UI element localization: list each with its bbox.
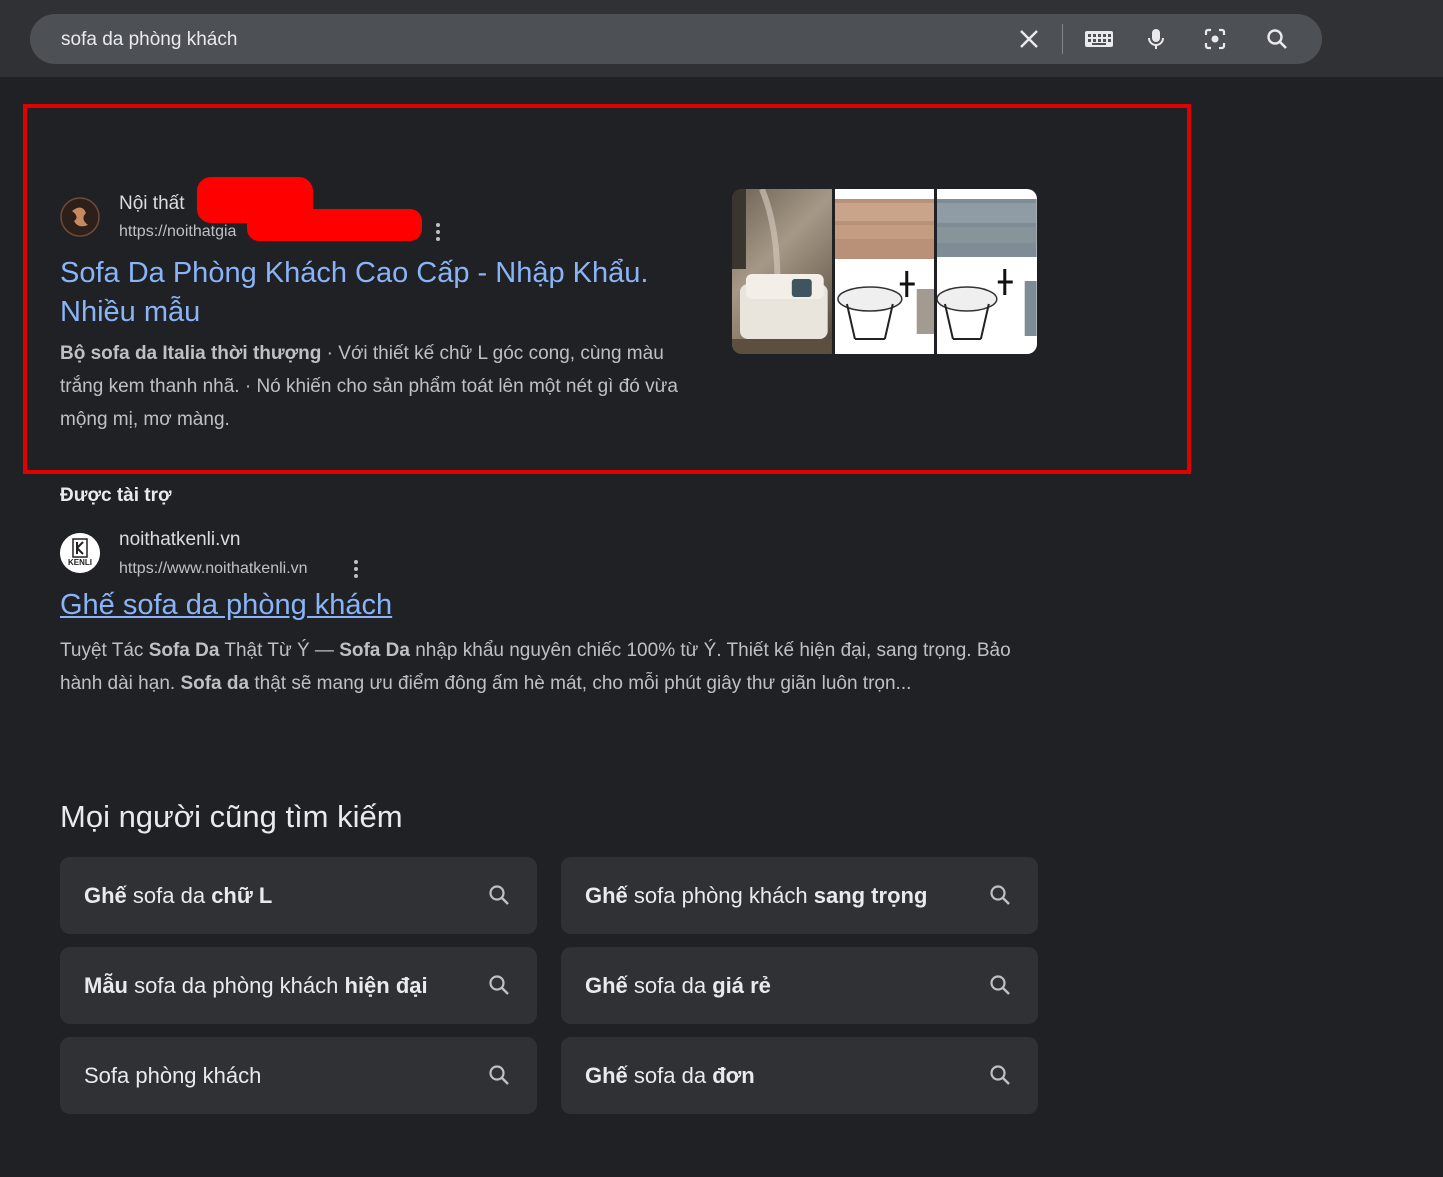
text-segment: thật sẽ mang ưu điểm đông ấm hè mát, cho… bbox=[249, 673, 912, 694]
related-chip-label: Sofa phòng khách bbox=[84, 1062, 261, 1090]
clear-icon[interactable] bbox=[1017, 27, 1041, 51]
ad-favicon: KENLI bbox=[60, 533, 100, 573]
sponsored-label: Được tài trợ bbox=[60, 485, 172, 506]
bold-text: Ghế bbox=[84, 882, 127, 908]
result-title-link[interactable]: Sofa Da Phòng Khách Cao Cấp - Nhập Khẩu.… bbox=[60, 254, 710, 332]
sofa-image bbox=[936, 199, 1037, 340]
search-divider bbox=[1062, 24, 1063, 54]
related-chip[interactable]: Ghế sofa da giá rẻ bbox=[561, 947, 1038, 1024]
site-url[interactable]: https://noithatgia bbox=[119, 223, 236, 241]
sofa-image bbox=[732, 189, 832, 354]
kenli-logo-icon: KENLI bbox=[60, 533, 100, 573]
logo-icon bbox=[60, 197, 100, 237]
keyboard-icon[interactable] bbox=[1083, 27, 1115, 51]
search-icon bbox=[990, 975, 1010, 995]
related-chip[interactable]: Ghế sofa da chữ L bbox=[60, 857, 537, 934]
text-segment: sofa phòng khách bbox=[627, 882, 814, 908]
bold-text: Ghế bbox=[585, 1062, 628, 1088]
related-chip-label: Ghế sofa da đơn bbox=[585, 1062, 755, 1090]
related-searches-heading: Mọi người cũng tìm kiếm bbox=[60, 799, 403, 834]
thumbnail-sofa-room[interactable] bbox=[732, 189, 832, 354]
text-segment: sofa da bbox=[126, 882, 212, 908]
bold-text: Bộ sofa da Italia thời thượng bbox=[60, 343, 322, 364]
search-icon bbox=[990, 885, 1010, 905]
search-box[interactable]: sofa da phòng khách bbox=[30, 14, 1322, 64]
ad-site-name[interactable]: noithatkenli.vn bbox=[119, 529, 240, 551]
site-name[interactable]: Nội thất bbox=[119, 193, 184, 215]
bold-text: Ghế bbox=[585, 882, 628, 908]
bold-text: Sofa Da bbox=[339, 640, 410, 661]
search-icon bbox=[990, 1065, 1010, 1085]
thumbnail-sofa-grey[interactable] bbox=[936, 189, 1037, 354]
lens-icon[interactable] bbox=[1203, 27, 1227, 51]
related-chip-label: Ghế sofa phòng khách sang trọng bbox=[585, 882, 927, 910]
result-snippet: Bộ sofa da Italia thời thượng · Với thiế… bbox=[60, 337, 710, 436]
search-input[interactable]: sofa da phòng khách bbox=[61, 29, 237, 51]
related-chip[interactable]: Mẫu sofa da phòng khách hiện đại bbox=[60, 947, 537, 1024]
thumbnail-sofa-table[interactable] bbox=[834, 189, 935, 354]
search-icon bbox=[489, 975, 509, 995]
ad-title-link[interactable]: Ghế sofa da phòng khách bbox=[60, 589, 392, 622]
search-icon[interactable] bbox=[1265, 27, 1289, 51]
search-icon bbox=[489, 1065, 509, 1085]
bold-text: chữ L bbox=[211, 882, 273, 908]
ad-site-url[interactable]: https://www.noithatkenli.vn bbox=[119, 560, 308, 578]
search-icon bbox=[489, 885, 509, 905]
related-chip[interactable]: Sofa phòng khách bbox=[60, 1037, 537, 1114]
more-options-icon[interactable] bbox=[435, 222, 441, 242]
text-segment: Thật Từ Ý — bbox=[219, 640, 340, 661]
redaction-mark bbox=[247, 209, 422, 241]
result-thumbnails[interactable] bbox=[732, 189, 1037, 354]
related-chip-label: Ghế sofa da chữ L bbox=[84, 882, 272, 910]
related-chip-label: Ghế sofa da giá rẻ bbox=[585, 972, 771, 1000]
bold-text: Sofa Da bbox=[148, 640, 220, 661]
ad-snippet: Tuyệt Tác Sofa Da Thật Từ Ý — Sofa Da nh… bbox=[60, 634, 1020, 700]
bold-text: Mẫu bbox=[84, 972, 128, 998]
related-chip-label: Mẫu sofa da phòng khách hiện đại bbox=[84, 972, 428, 1000]
svg-text:KENLI: KENLI bbox=[68, 558, 92, 567]
top-bar: sofa da phòng khách bbox=[0, 0, 1443, 77]
bold-text: giá rẻ bbox=[712, 972, 771, 998]
microphone-icon[interactable] bbox=[1144, 27, 1168, 51]
bold-text: Sofa da bbox=[180, 673, 250, 694]
bold-text: hiện đại bbox=[344, 972, 428, 998]
bold-text: Ghế bbox=[585, 972, 628, 998]
text-segment: sofa da phòng khách bbox=[128, 972, 345, 998]
related-chip[interactable]: Ghế sofa da đơn bbox=[561, 1037, 1038, 1114]
related-chip[interactable]: Ghế sofa phòng khách sang trọng bbox=[561, 857, 1038, 934]
text-segment: Sofa phòng khách bbox=[84, 1062, 262, 1088]
text-segment: Tuyệt Tác bbox=[60, 640, 149, 661]
sofa-image bbox=[834, 199, 935, 340]
bold-text: đơn bbox=[712, 1062, 755, 1088]
text-segment: sofa da bbox=[627, 972, 713, 998]
text-segment: sofa da bbox=[627, 1062, 713, 1088]
bold-text: sang trọng bbox=[813, 882, 928, 908]
site-favicon bbox=[60, 197, 100, 237]
ad-more-options-icon[interactable] bbox=[353, 559, 359, 579]
